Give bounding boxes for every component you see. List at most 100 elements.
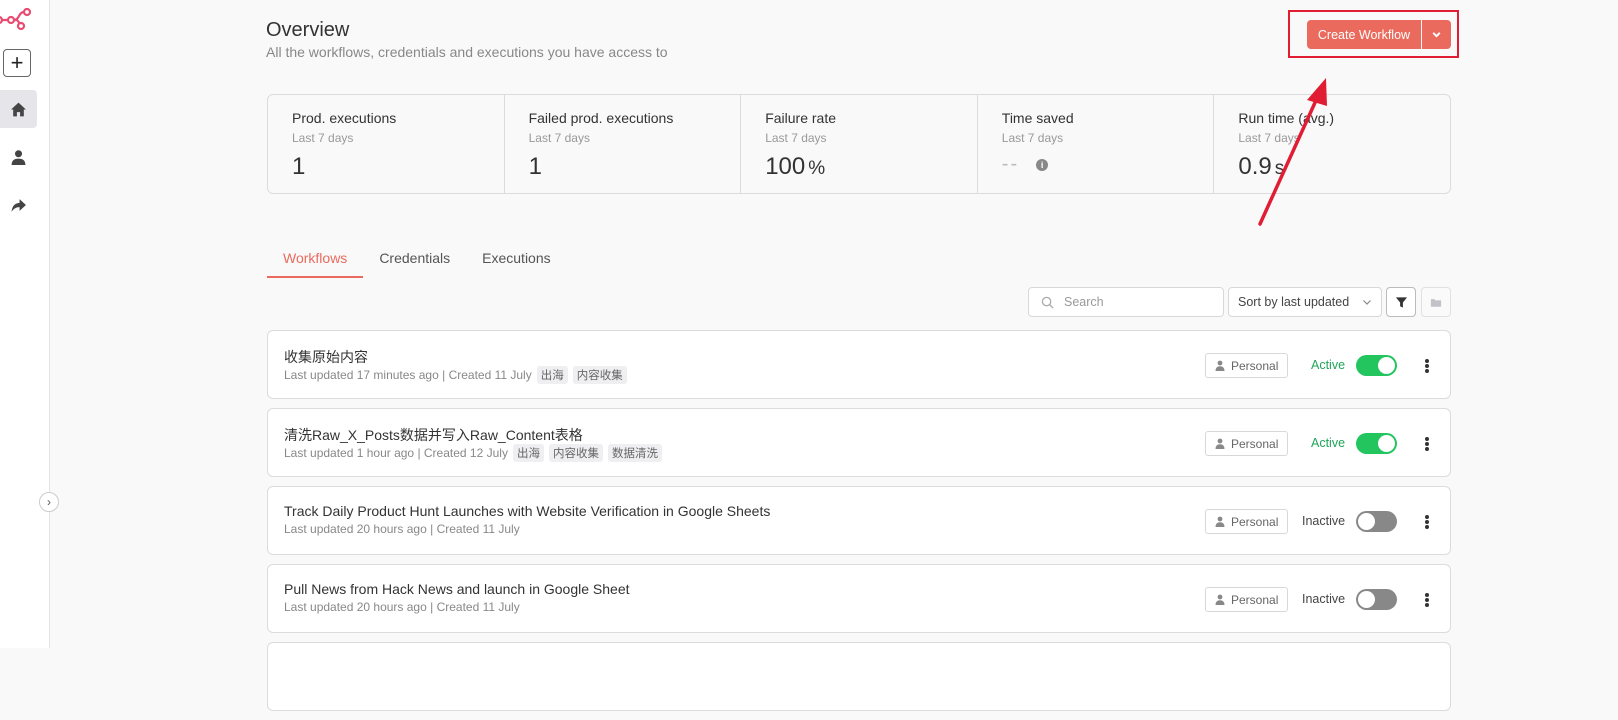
- sidebar: + ›: [0, 0, 59, 648]
- more-options-icon[interactable]: [1420, 434, 1434, 454]
- workflow-row[interactable]: 清洗Raw_X_Posts数据并写入Raw_Content表格 Last upd…: [267, 408, 1451, 477]
- stat-period: Last 7 days: [528, 131, 590, 145]
- user-icon: [1215, 594, 1225, 605]
- search-box[interactable]: [1028, 287, 1224, 317]
- home-icon: [11, 102, 26, 116]
- folder-button[interactable]: [1421, 287, 1451, 317]
- owner-label: Personal: [1231, 514, 1279, 529]
- status-label: Inactive: [1302, 592, 1346, 606]
- owner-badge: Personal: [1205, 509, 1289, 534]
- user-icon: [1215, 438, 1225, 449]
- stat-label: Prod. executions: [292, 110, 397, 126]
- sidebar-item-overview[interactable]: [0, 90, 37, 128]
- owner-badge: Personal: [1205, 431, 1289, 456]
- owner-label: Personal: [1231, 436, 1279, 451]
- more-options-icon[interactable]: [1420, 512, 1434, 532]
- add-button[interactable]: +: [3, 49, 31, 77]
- stat-prod-executions[interactable]: Prod. executions Last 7 days 1: [268, 95, 505, 193]
- stat-unit: s: [1274, 158, 1285, 179]
- stat-label: Failure rate: [765, 110, 836, 126]
- tab-bar: Workflows Credentials Executions: [267, 247, 567, 278]
- stat-unit: %: [808, 158, 826, 179]
- chevron-right-icon: ›: [47, 495, 51, 509]
- stat-period: Last 7 days: [765, 131, 827, 145]
- active-toggle[interactable]: [1356, 355, 1397, 376]
- filter-icon: [1395, 296, 1407, 308]
- workflow-tag[interactable]: 出海: [512, 444, 544, 462]
- active-toggle[interactable]: [1356, 589, 1397, 610]
- workflow-name[interactable]: 收集原始内容: [284, 347, 368, 367]
- user-icon: [1215, 516, 1225, 527]
- workflow-row[interactable]: Track Daily Product Hunt Launches with W…: [267, 486, 1451, 555]
- stat-run-time[interactable]: Run time (avg.) Last 7 days 0.9 s: [1214, 95, 1450, 193]
- stat-value: --: [1001, 153, 1020, 175]
- workflow-updated: Last updated 20 hours ago | Created 11 J…: [284, 600, 520, 614]
- stat-label: Time saved: [1001, 110, 1074, 126]
- workflow-meta: Last updated 1 hour ago | Created 12 Jul…: [284, 444, 662, 462]
- folder-icon: [1430, 298, 1442, 307]
- search-icon: [1041, 296, 1054, 309]
- stat-failed-executions[interactable]: Failed prod. executions Last 7 days 1: [505, 95, 742, 193]
- sidebar-item-shared[interactable]: [0, 186, 37, 224]
- chevron-down-icon: [1432, 32, 1441, 38]
- user-icon: [1215, 360, 1225, 371]
- expand-sidebar-button[interactable]: ›: [39, 492, 59, 512]
- workflow-meta: Last updated 20 hours ago | Created 11 J…: [284, 600, 520, 614]
- create-workflow-button[interactable]: Create Workflow: [1307, 20, 1421, 49]
- more-options-icon[interactable]: [1420, 590, 1434, 610]
- active-toggle[interactable]: [1356, 511, 1397, 532]
- toggle-knob: [1378, 357, 1395, 374]
- stat-period: Last 7 days: [1238, 131, 1300, 145]
- workflow-name[interactable]: Track Daily Product Hunt Launches with W…: [284, 503, 770, 519]
- status-label: Active: [1311, 358, 1346, 372]
- annotation-highlight-box: Create Workflow: [1288, 10, 1459, 58]
- chevron-down-icon: [1363, 300, 1371, 305]
- stat-period: Last 7 days: [1001, 131, 1064, 145]
- user-icon: [11, 149, 26, 165]
- n8n-logo-icon[interactable]: [0, 6, 34, 32]
- workflow-tag[interactable]: 出海: [536, 366, 568, 384]
- page-title: Overview: [266, 19, 350, 41]
- stat-period: Last 7 days: [292, 131, 354, 145]
- workflow-tag[interactable]: 数据清洗: [607, 444, 662, 462]
- stat-label: Run time (avg.): [1238, 110, 1335, 126]
- page-subtitle: All the workflows, credentials and execu…: [266, 44, 668, 60]
- workflow-row[interactable]: Pull News from Hack News and launch in G…: [267, 564, 1451, 633]
- workflow-list: 收集原始内容 Last updated 17 minutes ago | Cre…: [267, 330, 1451, 720]
- stat-value: 1: [292, 153, 306, 180]
- owner-label: Personal: [1231, 358, 1279, 373]
- owner-label: Personal: [1231, 592, 1279, 607]
- stat-time-saved[interactable]: Time saved Last 7 days -- i: [978, 95, 1215, 193]
- search-input[interactable]: [1064, 295, 1214, 309]
- stat-label: Failed prod. executions: [528, 110, 674, 126]
- filter-button[interactable]: [1386, 287, 1416, 317]
- create-dropdown-button[interactable]: [1422, 20, 1451, 49]
- info-icon[interactable]: i: [1036, 158, 1049, 171]
- toggle-knob: [1378, 435, 1395, 452]
- share-icon: [11, 198, 26, 212]
- status-label: Inactive: [1302, 514, 1346, 528]
- sort-label: Sort by last updated: [1238, 295, 1350, 309]
- workflow-updated: Last updated 17 minutes ago | Created 11…: [284, 368, 532, 382]
- active-toggle[interactable]: [1356, 433, 1397, 454]
- workflow-meta: Last updated 20 hours ago | Created 11 J…: [284, 522, 520, 536]
- workflow-updated: Last updated 20 hours ago | Created 11 J…: [284, 522, 520, 536]
- tab-credentials[interactable]: Credentials: [363, 247, 466, 278]
- tab-workflows[interactable]: Workflows: [267, 247, 364, 278]
- toggle-knob: [1358, 591, 1375, 608]
- workflow-tag[interactable]: 内容收集: [572, 366, 627, 384]
- tab-executions[interactable]: Executions: [466, 247, 566, 278]
- owner-badge: Personal: [1205, 353, 1289, 378]
- sort-select[interactable]: Sort by last updated: [1228, 287, 1382, 317]
- workflow-tag[interactable]: 内容收集: [548, 444, 603, 462]
- owner-badge: Personal: [1205, 587, 1289, 612]
- stat-failure-rate[interactable]: Failure rate Last 7 days 100%: [741, 95, 978, 193]
- more-options-icon[interactable]: [1420, 356, 1434, 376]
- workflow-name[interactable]: 清洗Raw_X_Posts数据并写入Raw_Content表格: [284, 425, 583, 445]
- workflow-name[interactable]: Pull News from Hack News and launch in G…: [284, 581, 630, 597]
- sidebar-item-personal[interactable]: [0, 138, 37, 176]
- stat-value: 1: [528, 153, 542, 180]
- workflow-row[interactable]: 收集原始内容 Last updated 17 minutes ago | Cre…: [267, 330, 1451, 399]
- workflow-meta: Last updated 17 minutes ago | Created 11…: [284, 366, 627, 384]
- workflow-row[interactable]: [267, 642, 1451, 711]
